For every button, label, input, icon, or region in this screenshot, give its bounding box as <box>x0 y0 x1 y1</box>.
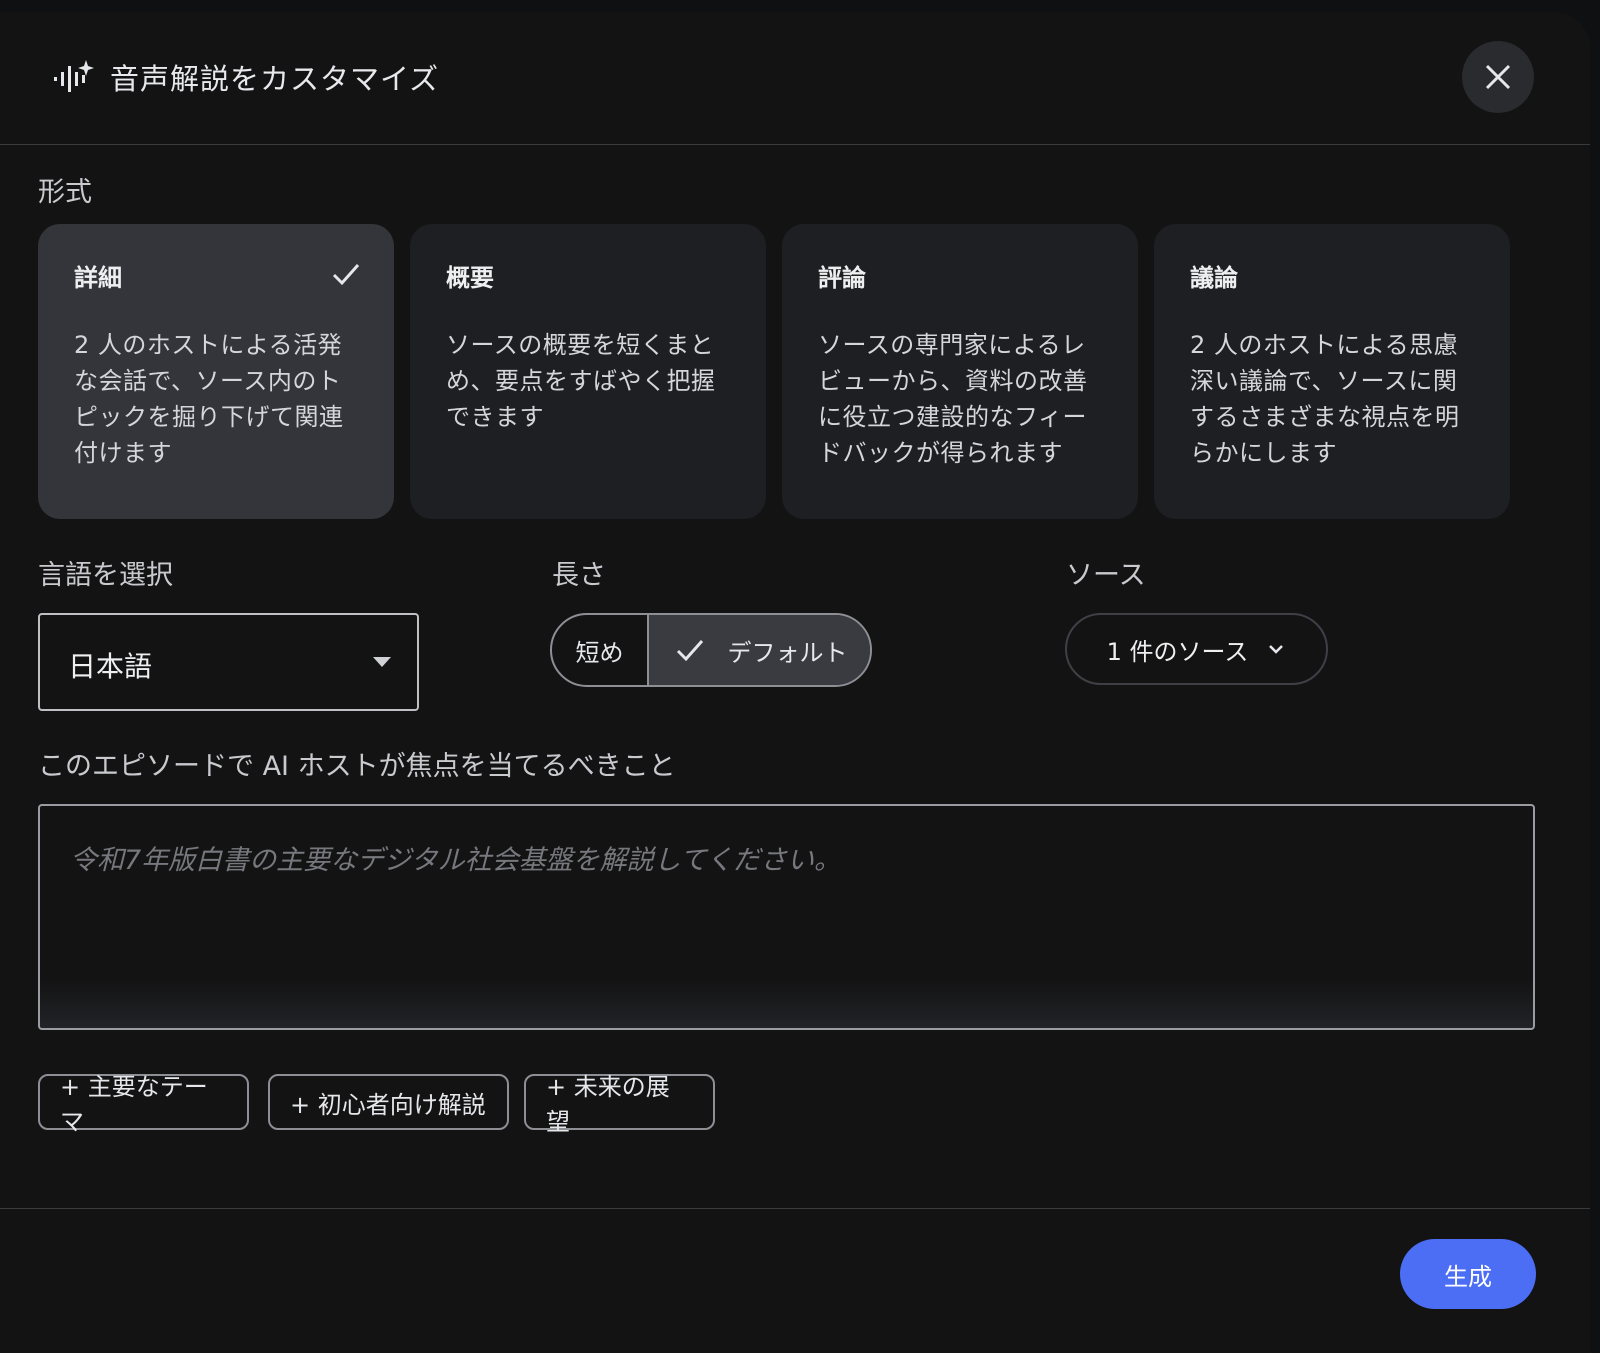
format-card-title: 評論 <box>818 264 866 292</box>
check-icon <box>332 264 360 286</box>
format-card-title: 詳細 <box>74 264 122 292</box>
close-icon <box>1485 64 1511 90</box>
format-card-desc: ソースの専門家によるレビューから、資料の改善に役立つ建設的なフィードバックが得ら… <box>818 331 1088 467</box>
dropdown-arrow-icon <box>373 657 391 667</box>
length-segmented-control: 短め デフォルト <box>550 613 872 687</box>
length-label: 長さ <box>552 560 606 591</box>
dialog-title: 音声解説をカスタマイズ <box>110 62 440 96</box>
close-button[interactable] <box>1462 41 1534 113</box>
chevron-down-icon <box>1269 645 1284 654</box>
sources-dropdown-button[interactable]: 1 件のソース <box>1065 613 1328 685</box>
format-card-desc: ソースの概要を短くまとめ、要点をすばやく把握できます <box>446 331 716 431</box>
length-option-default[interactable]: デフォルト <box>649 615 870 685</box>
focus-textarea[interactable]: 令和7年版白書の主要なデジタル社会基盤を解説してください。 <box>38 804 1535 1030</box>
format-card-title: 概要 <box>446 264 494 292</box>
chip-label: + 未来の展望 <box>546 1073 670 1136</box>
format-card-summary[interactable]: 概要 ソースの概要を短くまとめ、要点をすばやく把握できます <box>410 224 766 519</box>
chip-label: + 主要なテーマ <box>60 1073 208 1136</box>
format-card-desc: 2 人のホストによる活発な会話で、ソース内のトピックを掘り下げて関連付けます <box>74 331 344 467</box>
format-card-review[interactable]: 評論 ソースの専門家によるレビューから、資料の改善に役立つ建設的なフィードバック… <box>782 224 1138 519</box>
focus-label: このエピソードで AI ホストが焦点を当てるべきこと <box>38 751 676 782</box>
format-card-title: 議論 <box>1190 264 1238 292</box>
chip-future-outlook[interactable]: + 未来の展望 <box>524 1073 715 1136</box>
format-cards: 詳細 2 人のホストによる活発な会話で、ソース内のトピックを掘り下げて関連付けま… <box>38 224 1535 519</box>
format-card-debate[interactable]: 議論 2 人のホストによる思慮深い議論で、ソースに関するさまざまな視点を明らかに… <box>1154 224 1510 519</box>
chip-main-themes[interactable]: + 主要なテーマ <box>38 1073 249 1136</box>
format-label: 形式 <box>38 177 92 208</box>
dialog-header: 音声解説をカスタマイズ <box>0 12 1590 145</box>
generate-button[interactable]: 生成 <box>1400 1239 1536 1309</box>
generate-label: 生成 <box>1444 1262 1492 1291</box>
format-card-detail[interactable]: 詳細 2 人のホストによる活発な会話で、ソース内のトピックを掘り下げて関連付けま… <box>38 224 394 519</box>
language-value: 日本語 <box>68 650 153 683</box>
check-icon <box>676 640 703 662</box>
chip-beginner-explanation[interactable]: + 初心者向け解説 <box>268 1074 509 1130</box>
audio-sparkle-icon <box>54 60 94 92</box>
length-option-short[interactable]: 短め <box>552 615 649 685</box>
customize-audio-dialog: 音声解説をカスタマイズ 形式 詳細 2 人のホストによる活発な会話で、ソース内の… <box>0 12 1590 1353</box>
length-option-label: 短め <box>575 638 624 667</box>
sources-value: 1 件のソース <box>1106 637 1249 666</box>
chip-label: + 初心者向け解説 <box>290 1090 486 1119</box>
footer-divider <box>0 1208 1590 1209</box>
language-label: 言語を選択 <box>38 560 173 591</box>
language-select[interactable]: 日本語 <box>38 613 419 711</box>
format-card-desc: 2 人のホストによる思慮深い議論で、ソースに関するさまざまな視点を明らかにします <box>1190 331 1460 467</box>
length-option-label: デフォルト <box>727 638 848 667</box>
focus-placeholder: 令和7年版白書の主要なデジタル社会基盤を解説してください。 <box>70 845 842 876</box>
sources-label: ソース <box>1066 560 1146 591</box>
